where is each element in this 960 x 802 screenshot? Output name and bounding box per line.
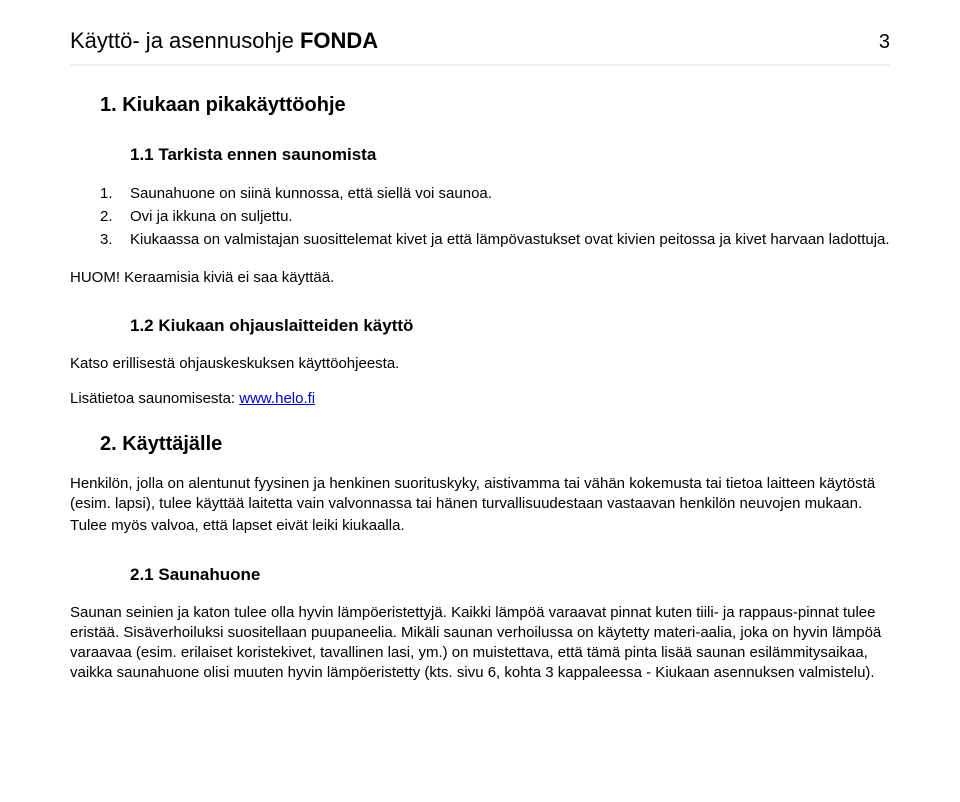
heading-2-user: 2. Käyttäjälle bbox=[100, 433, 890, 456]
list-item: 3. Kiukaassa on valmistajan suosittelema… bbox=[100, 229, 890, 250]
document-page: Käyttö- ja asennusohje FONDA 3 1. Kiukaa… bbox=[0, 0, 960, 802]
document-header: Käyttö- ja asennusohje FONDA 3 bbox=[70, 0, 890, 62]
heading-1-quickstart: 1. Kiukaan pikakäyttöohje bbox=[100, 94, 890, 117]
more-info-prefix: Lisätietoa saunomisesta: bbox=[70, 390, 239, 407]
document-title-prefix: Käyttö- ja asennusohje bbox=[70, 28, 300, 53]
list-item-number: 3. bbox=[100, 229, 118, 250]
document-title-bold: FONDA bbox=[300, 28, 378, 53]
paragraph-children: Tulee myös valvoa, että lapset eivät lei… bbox=[70, 516, 890, 536]
list-item-number: 2. bbox=[100, 206, 118, 227]
paragraph-controls-ref: Katso erillisestä ohjauskeskuksen käyttö… bbox=[70, 354, 890, 374]
list-item: 2. Ovi ja ikkuna on suljettu. bbox=[100, 206, 890, 227]
list-item-text: Ovi ja ikkuna on suljettu. bbox=[130, 206, 293, 227]
list-item-text: Saunahuone on siinä kunnossa, että siell… bbox=[130, 183, 492, 204]
paragraph-user-safety: Henkilön, jolla on alentunut fyysinen ja… bbox=[70, 474, 890, 515]
note-ceramic-stones: HUOM! Keraamisia kiviä ei saa käyttää. bbox=[70, 268, 890, 288]
paragraph-saunaroom: Saunan seinien ja katon tulee olla hyvin… bbox=[70, 603, 890, 684]
link-helo[interactable]: www.helo.fi bbox=[239, 390, 315, 407]
list-item: 1. Saunahuone on siinä kunnossa, että si… bbox=[100, 183, 890, 204]
heading-2-1-saunaroom: 2.1 Saunahuone bbox=[130, 565, 890, 585]
header-divider bbox=[70, 64, 890, 66]
list-item-text: Kiukaassa on valmistajan suosittelemat k… bbox=[130, 229, 890, 250]
paragraph-more-info: Lisätietoa saunomisesta: www.helo.fi bbox=[70, 389, 890, 409]
heading-1-2-controls: 1.2 Kiukaan ohjauslaitteiden käyttö bbox=[130, 316, 890, 336]
check-list: 1. Saunahuone on siinä kunnossa, että si… bbox=[100, 183, 890, 250]
page-number: 3 bbox=[879, 31, 890, 54]
heading-1-1-check: 1.1 Tarkista ennen saunomista bbox=[130, 145, 890, 165]
list-item-number: 1. bbox=[100, 183, 118, 204]
document-title: Käyttö- ja asennusohje FONDA bbox=[70, 28, 378, 54]
